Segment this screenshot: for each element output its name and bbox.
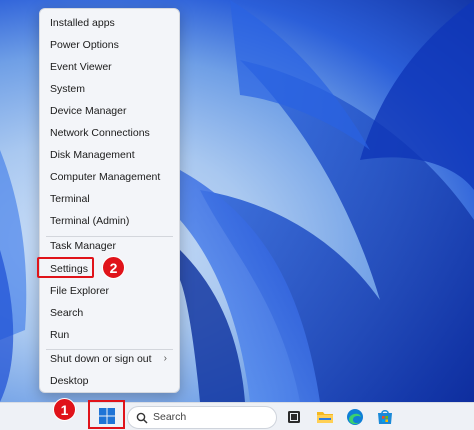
menu-item-terminal-admin[interactable]: Terminal (Admin): [40, 210, 179, 232]
microsoft-store-icon[interactable]: [376, 408, 394, 426]
step-1-badge: 1: [53, 398, 76, 421]
search-placeholder: Search: [153, 411, 187, 423]
menu-item-shut-down-or-sign-out[interactable]: Shut down or sign out ›: [40, 348, 179, 370]
settings-highlight-box: [37, 257, 94, 278]
menu-item-search[interactable]: Search: [40, 302, 179, 324]
taskbar-search-box[interactable]: Search: [127, 406, 277, 429]
menu-item-terminal[interactable]: Terminal: [40, 188, 179, 210]
menu-item-network-connections[interactable]: Network Connections: [40, 122, 179, 144]
menu-item-system[interactable]: System: [40, 78, 179, 100]
menu-item-label: Shut down or sign out: [50, 353, 152, 365]
menu-item-device-manager[interactable]: Device Manager: [40, 100, 179, 122]
chevron-right-icon: ›: [163, 353, 167, 364]
windows-start-icon[interactable]: [98, 407, 116, 425]
menu-item-computer-management[interactable]: Computer Management: [40, 166, 179, 188]
menu-item-power-options[interactable]: Power Options: [40, 34, 179, 56]
edge-icon[interactable]: [346, 408, 364, 426]
menu-item-event-viewer[interactable]: Event Viewer: [40, 56, 179, 78]
step-2-badge: 2: [102, 256, 125, 279]
menu-item-desktop[interactable]: Desktop: [40, 370, 179, 392]
menu-item-disk-management[interactable]: Disk Management: [40, 144, 179, 166]
task-view-icon[interactable]: [285, 408, 303, 426]
file-explorer-icon[interactable]: [316, 408, 334, 426]
menu-item-installed-apps[interactable]: Installed apps: [40, 12, 179, 34]
menu-item-run[interactable]: Run: [40, 324, 179, 346]
menu-item-task-manager[interactable]: Task Manager: [40, 235, 179, 257]
search-icon: [136, 412, 148, 424]
menu-item-file-explorer[interactable]: File Explorer: [40, 280, 179, 302]
quick-link-menu: Installed apps Power Options Event Viewe…: [39, 8, 180, 393]
